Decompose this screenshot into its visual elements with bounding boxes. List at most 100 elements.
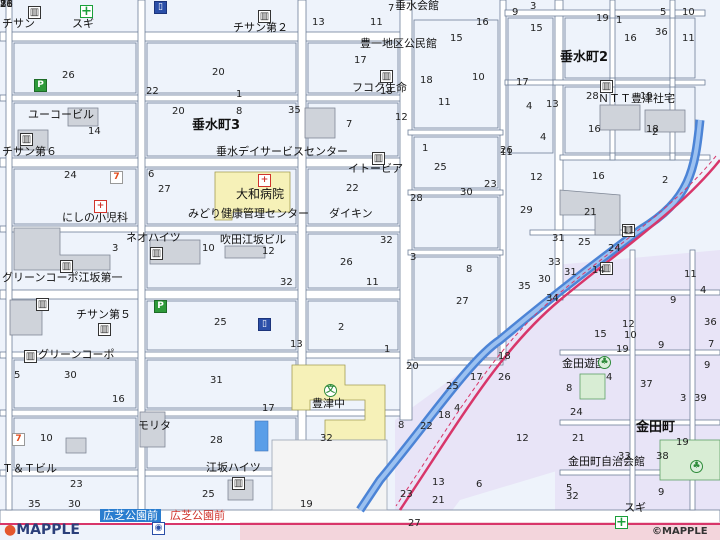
label-kaneda-jichikaikan[interactable]: 金田町自治会館 [568,456,645,468]
label-sugi-south[interactable]: スギ [624,502,646,514]
building-icon [36,298,49,311]
label-green-corpo[interactable]: グリーンコーポ [38,349,114,361]
label-chisan[interactable]: チサン [2,18,35,30]
block-number: 22 [346,183,359,194]
block-number: 2 [662,175,669,186]
block-number: 23 [70,479,83,490]
label-green-corpo-1[interactable]: グリーンコーポ江坂第一 [2,272,122,284]
parking-icon: P [34,79,47,92]
block-number: 6 [148,169,155,180]
police-box-icon: ▯ [154,1,167,14]
block-number: 23 [484,179,497,190]
block-number: 15 [594,329,607,340]
label-chisan-6[interactable]: チサン第６ [2,146,57,158]
block-number: 8 [466,264,473,275]
block-number: 4 [526,101,533,112]
block-number: 10 [472,72,485,83]
label-daikin[interactable]: ダイキン [329,208,373,220]
label-ntt-shataku[interactable]: ＮＴＴ豊津社宅 [598,93,675,105]
school-icon: 文 [324,384,337,397]
block-number: 20 [172,106,185,117]
block-number: 31 [552,233,565,244]
block-number: 18 [438,410,451,421]
map-view[interactable]: 垂水町3 垂水町2 金田町 チサン スギ チサン第２ 垂水会館 豊一地区公民館 … [0,0,720,540]
block-number: 20 [212,67,225,78]
building-icon [98,323,111,336]
label-tarumi-kaikan[interactable]: 垂水会館 [395,0,439,12]
block-number: 14 [592,265,605,276]
block-number: 17 [354,55,367,66]
building-icon [28,6,41,19]
block-number: 19 [300,499,313,510]
block-number: 1 [236,89,243,100]
station-hiroshiba-blue[interactable]: 広芝公園前 [100,509,161,522]
station-icon: ◉ [152,522,165,535]
mapple-logo-text: MAPPLE [16,522,80,538]
block-number: 2 [652,127,659,138]
block-number: 8 [398,420,405,431]
label-day-service[interactable]: 垂水デイサービスセンター [216,146,348,158]
block-number: 32 [380,235,393,246]
block-number: 31 [564,267,577,278]
block-number: 8 [566,383,573,394]
block-number: 21 [584,207,597,218]
convenience-store-icon: 7 [12,433,25,446]
block-number: 11 [684,269,697,280]
block-number: 9 [658,340,665,351]
label-sugi-north[interactable]: スギ [72,18,94,30]
block-number: 26 [62,70,75,81]
label-morita[interactable]: モリタ [138,420,171,432]
label-midori-center[interactable]: みどり健康管理センター [188,208,309,220]
label-nishino-clinic[interactable]: にしの小児科 [62,212,128,224]
block-number: 17 [516,77,529,88]
block-number: 24 [570,407,583,418]
block-number: 15 [530,23,543,34]
block-number: 7 [0,0,7,10]
label-toyoichi-kominkan[interactable]: 豊一地区公民館 [360,38,437,50]
convenience-store-icon: 7 [110,171,123,184]
label-esaka-heights[interactable]: 江坂ハイツ [206,462,261,474]
hospital-icon: + [258,174,271,187]
block-number: 9 [670,295,677,306]
block-number: 4 [454,403,461,414]
block-number: 4 [700,285,707,296]
label-suita-esaka-building[interactable]: 吹田江坂ビル [220,234,286,246]
block-number: 15 [450,33,463,44]
building-icon [20,133,33,146]
block-number: 20 [406,361,419,372]
label-chisan-5[interactable]: チサン第５ [76,309,131,321]
block-number: 32 [280,277,293,288]
label-chisan-2[interactable]: チサン第２ [233,22,288,34]
block-number: 24 [608,243,621,254]
block-number: 33 [548,257,561,268]
block-number: 13 [546,99,559,110]
block-number: 27 [456,296,469,307]
block-number: 35 [28,499,41,510]
label-tt-building[interactable]: Ｔ＆Ｔビル [2,463,57,475]
block-number: 9 [658,487,665,498]
block-number: 26 [500,145,513,156]
block-number: 18 [420,75,433,86]
label-neo-heights[interactable]: ネオハイツ [126,232,181,244]
block-number: 16 [112,394,125,405]
block-number: 12 [622,319,635,330]
block-number: 39 [694,393,707,404]
label-toyotsu-junior-high[interactable]: 豊津中 [312,398,345,410]
block-number: 30 [460,187,473,198]
block-number: 30 [68,499,81,510]
block-number: 12 [516,433,529,444]
clinic-icon: + [94,200,107,213]
label-yuko-building[interactable]: ユーコービル [28,109,94,121]
block-number: 9 [704,360,711,371]
station-hiroshiba-red[interactable]: 広芝公園前 [170,510,225,522]
block-number: 1 [422,143,429,154]
block-number: 16 [624,33,637,44]
label-yamato-hospital[interactable]: 大和病院 [236,188,284,200]
block-number: 10 [202,243,215,254]
block-number: 16 [476,17,489,28]
block-number: 36 [704,317,717,328]
block-number: 27 [408,518,421,529]
block-number: 18 [380,86,393,97]
building-icon [60,260,73,273]
block-number: 28 [410,193,423,204]
